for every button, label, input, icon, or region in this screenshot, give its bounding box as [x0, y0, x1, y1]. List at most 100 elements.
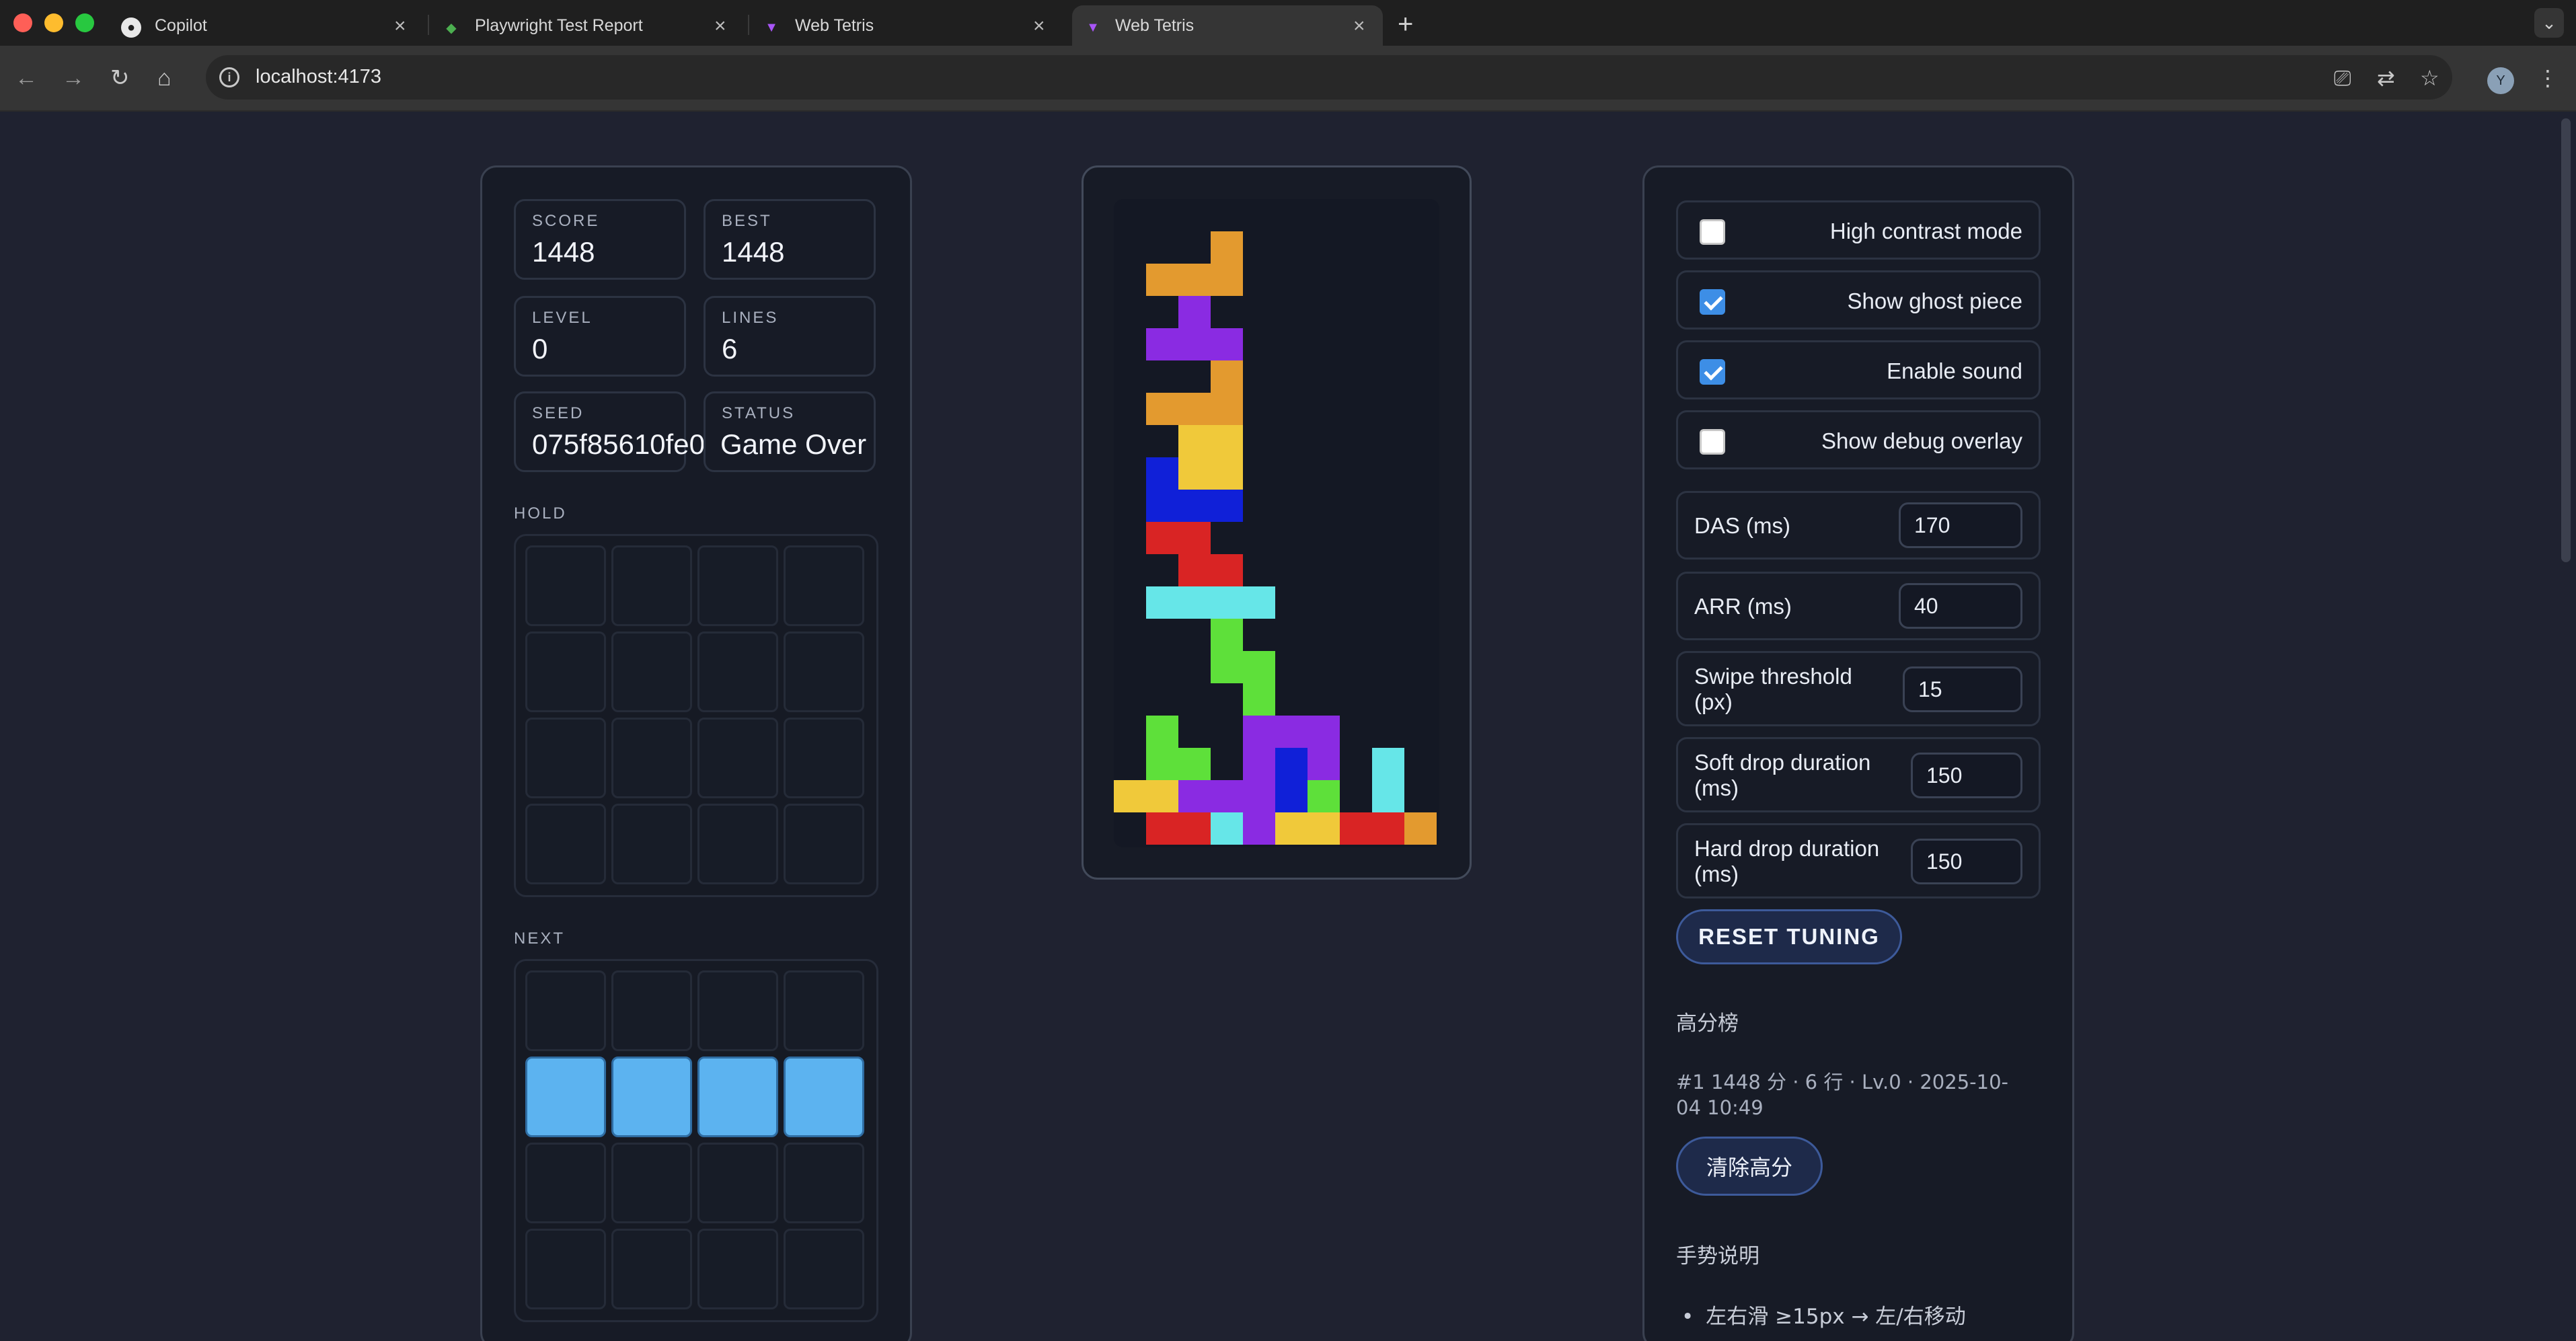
back-icon[interactable]: ←: [15, 66, 38, 90]
close-icon[interactable]: ×: [394, 16, 406, 36]
soft-drop-setting: Soft drop duration (ms): [1676, 737, 2041, 812]
preview-cell: [784, 970, 864, 1051]
board-block: [1308, 780, 1340, 812]
close-icon[interactable]: ×: [714, 16, 726, 36]
debug-overlay-checkbox[interactable]: [1700, 429, 1725, 455]
browser-toolbar: ← → ↻ ⌂ i localhost:4173 ⎚ ⇄ ☆ ⋮: [0, 46, 2576, 112]
tetris-board[interactable]: [1114, 199, 1439, 847]
more-menu-icon[interactable]: ⋮: [2537, 66, 2559, 90]
preview-cell: [611, 718, 692, 798]
board-block: [1404, 812, 1437, 845]
new-tab-button[interactable]: +: [1398, 9, 1413, 40]
address-bar[interactable]: i localhost:4173: [206, 55, 2452, 100]
tab-playwright-report[interactable]: ◆ Playwright Test Report ×: [441, 5, 737, 46]
gesture-guide-title: 手势说明: [1676, 1244, 1759, 1268]
soft-drop-label: Soft drop duration (ms): [1694, 750, 1871, 800]
board-block: [1211, 586, 1243, 619]
board-block: [1146, 457, 1178, 490]
preview-cell: [784, 1143, 864, 1223]
tab-title: Copilot: [155, 15, 207, 35]
preview-cell: [697, 631, 778, 712]
preview-cell: [697, 1143, 778, 1223]
best-label: BEST: [722, 212, 772, 230]
reset-tuning-button[interactable]: RESET TUNING: [1676, 909, 1902, 964]
swipe-threshold-input[interactable]: [1903, 666, 2022, 712]
bookmark-star-icon[interactable]: ☆: [2420, 66, 2439, 90]
close-window-button[interactable]: [13, 13, 32, 32]
board-block: [1275, 716, 1308, 748]
hold-label: HOLD: [514, 504, 567, 523]
board-block: [1243, 748, 1275, 780]
level-card: LEVEL 0: [514, 296, 686, 377]
board-block: [1340, 812, 1372, 845]
install-app-icon[interactable]: ⎚: [2334, 66, 2351, 90]
vite-icon: ▼: [1086, 20, 1100, 35]
hard-drop-input[interactable]: [1911, 839, 2022, 884]
das-input[interactable]: [1899, 502, 2022, 548]
tab-web-tetris[interactable]: ▼ Web Tetris ×: [761, 5, 1057, 46]
preview-cell: [525, 1229, 606, 1309]
soft-drop-input[interactable]: [1911, 753, 2022, 798]
tab-web-tetris-active[interactable]: ▼ Web Tetris ×: [1072, 5, 1383, 46]
board-block: [1243, 683, 1275, 716]
close-icon[interactable]: ×: [1033, 16, 1045, 36]
status-label: STATUS: [722, 404, 796, 422]
board-block: [1178, 264, 1211, 296]
lines-card: LINES 6: [704, 296, 876, 377]
preview-cell: [525, 970, 606, 1051]
tab-copilot[interactable]: ● Copilot ×: [121, 5, 410, 46]
board-block: [1146, 522, 1178, 554]
preview-cell: [784, 631, 864, 712]
preview-cell: [525, 804, 606, 884]
preview-cell: [611, 1143, 692, 1223]
lines-label: LINES: [722, 309, 779, 327]
ghost-piece-toggle[interactable]: Show ghost piece: [1676, 270, 2041, 330]
preview-cell: [697, 1229, 778, 1309]
profile-avatar[interactable]: Y: [2487, 67, 2514, 94]
clear-highscore-button[interactable]: 清除高分: [1676, 1137, 1823, 1196]
site-info-icon[interactable]: i: [219, 67, 239, 87]
score-card: SCORE 1448: [514, 199, 686, 280]
preview-cell: [611, 1229, 692, 1309]
url-text[interactable]: localhost:4173: [256, 66, 381, 88]
sound-checkbox[interactable]: [1700, 359, 1725, 385]
next-piece-block: [525, 1057, 606, 1137]
tab-divider: [748, 15, 749, 35]
toggle-label: Show debug overlay: [1821, 428, 2022, 453]
board-block: [1146, 490, 1178, 522]
maximize-window-button[interactable]: [75, 13, 94, 32]
toggle-label: Show ghost piece: [1847, 289, 2022, 313]
sound-toggle[interactable]: Enable sound: [1676, 340, 2041, 399]
seed-value: 075f85610fe0: [532, 428, 705, 460]
home-icon[interactable]: ⌂: [157, 66, 172, 90]
score-value: 1448: [532, 236, 595, 268]
page-scrollbar[interactable]: [2561, 118, 2571, 562]
board-block: [1308, 748, 1340, 780]
high-contrast-toggle[interactable]: High contrast mode: [1676, 200, 2041, 260]
board-block: [1275, 780, 1308, 812]
tab-search-button[interactable]: ⌄: [2534, 8, 2564, 38]
hard-drop-setting: Hard drop duration (ms): [1676, 823, 2041, 898]
ghost-piece-checkbox[interactable]: [1700, 289, 1725, 315]
preview-cell: [697, 718, 778, 798]
debug-overlay-toggle[interactable]: Show debug overlay: [1676, 410, 2041, 469]
board-block: [1178, 425, 1211, 457]
close-icon[interactable]: ×: [1353, 16, 1365, 36]
vite-icon: ▼: [765, 20, 778, 35]
preview-cell: [525, 718, 606, 798]
reload-icon[interactable]: ↻: [110, 66, 130, 90]
high-contrast-checkbox[interactable]: [1700, 219, 1725, 245]
preview-cell: [697, 970, 778, 1051]
board-block: [1275, 812, 1308, 845]
board-block: [1178, 586, 1211, 619]
minimize-window-button[interactable]: [44, 13, 63, 32]
level-value: 0: [532, 333, 548, 365]
translate-icon[interactable]: ⇄: [2377, 66, 2395, 90]
forward-icon[interactable]: →: [62, 66, 85, 90]
preview-cell: [525, 1143, 606, 1223]
das-label: DAS (ms): [1694, 513, 1790, 538]
status-value: Game Over: [720, 428, 867, 460]
board-block: [1146, 812, 1178, 845]
arr-input[interactable]: [1899, 583, 2022, 629]
board-block: [1178, 522, 1211, 554]
